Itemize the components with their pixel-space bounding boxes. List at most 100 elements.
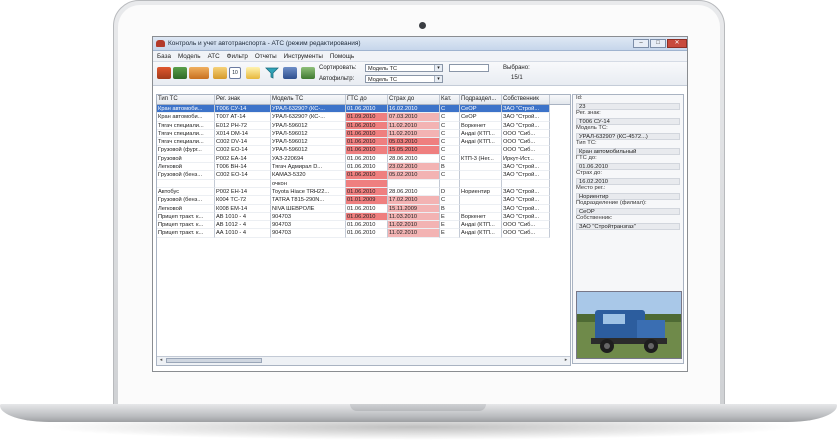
sort-select[interactable]: Модель ТС ▾ <box>365 64 443 72</box>
menu-item-help[interactable]: Помощь <box>330 53 354 60</box>
details-panel: Id: 23 Рег. знак: Т006 СУ-14 Модель ТС: УРАЛ-… <box>572 94 684 364</box>
table-cell: 01.06.2010 <box>346 138 388 147</box>
table-cell: C <box>440 171 460 180</box>
table-cell: ООО "Сиб... <box>502 129 550 139</box>
table-cell: С002 ЕО-14 <box>215 146 271 155</box>
detail-value[interactable]: Кран автомобильный <box>576 147 680 155</box>
table-cell: УРАЛ-596012 <box>271 129 346 139</box>
table-row[interactable]: Кран автомоби... Т007 АТ-14 УРАЛ-63290? (К… <box>157 113 570 122</box>
table-row[interactable]: Тягач специали... Е012 РН-72 УРАЛ-596012 01… <box>157 121 570 130</box>
truck-red-icon[interactable] <box>157 67 171 79</box>
scroll-left-icon[interactable]: ◂ <box>157 357 165 364</box>
detail-value[interactable]: 16.02.2010 <box>576 177 680 185</box>
grid-view-icon[interactable] <box>283 67 297 79</box>
table-cell: 11.02.2010 <box>388 229 440 238</box>
column-header[interactable]: ГТС до <box>346 95 388 104</box>
table-cell: Автобус <box>157 187 215 197</box>
calendar-icon[interactable]: 10 <box>229 67 241 79</box>
funnel-icon[interactable] <box>265 67 279 79</box>
truck-green-icon[interactable] <box>173 67 187 79</box>
column-header[interactable]: Рег. знак <box>215 95 271 104</box>
table-cell: ЗАО "Строй... <box>502 171 550 180</box>
table-row[interactable]: Легковой Т006 ВН-14 Тягач Адмирал D... 01.0… <box>157 163 570 172</box>
table-row[interactable]: Кран автомоби... Т006 СУ-14 УРАЛ-63290? (К… <box>157 105 570 114</box>
detail-value[interactable]: УРАЛ-63290? (КС-4572...) <box>576 132 680 140</box>
window-title: Контроль и учет автотранспорта - АТС (ре… <box>168 40 361 47</box>
table-cell: КАМАЗ-5320 <box>271 171 346 180</box>
table-cell: C <box>440 129 460 139</box>
table-row[interactable]: Грузовой (бенз... С002 ЕО-14 КАМАЗ-5320 01.… <box>157 171 570 180</box>
table-cell: Легковой <box>157 163 215 172</box>
table-cell: C <box>440 105 460 114</box>
detail-label: Собственник: <box>576 215 613 221</box>
table-row[interactable]: очкон <box>157 179 570 188</box>
menu-item-model[interactable]: Модель <box>178 53 201 60</box>
truck-group-icon[interactable] <box>189 67 209 79</box>
table-cell <box>502 179 550 188</box>
menu-item-tools[interactable]: Инструменты <box>284 53 323 60</box>
table-row[interactable]: Автобус Р002 ЕН-14 Toyota Hiace TRH22... 01… <box>157 187 570 197</box>
table-row[interactable]: Тягач специали... Х014 DM-14 УРАЛ-596012 01… <box>157 129 570 139</box>
table-row[interactable]: Грузовой (бенз... К004 ТС-72 TATRA T815-29… <box>157 196 570 205</box>
table-cell: Т006 СУ-14 <box>215 105 271 114</box>
table-cell: B <box>440 163 460 172</box>
table-cell: Прицеп тракт. к... <box>157 221 215 230</box>
notepad-icon[interactable] <box>246 67 260 79</box>
column-header[interactable]: Собственник <box>502 95 550 104</box>
sort-label: Сортировать: <box>319 65 357 71</box>
column-header[interactable]: Страх до <box>388 95 440 104</box>
scrollbar-thumb[interactable] <box>166 358 262 363</box>
table-cell: TATRA T815-290N... <box>271 196 346 205</box>
detail-label: ГТС до: <box>576 155 597 161</box>
table-cell: E <box>440 212 460 222</box>
edit-icon[interactable] <box>213 67 227 79</box>
export-icon[interactable] <box>301 67 315 79</box>
filter-select[interactable]: Модель ТС ▾ <box>365 75 443 83</box>
table-row[interactable]: Прицеп тракт. к... АВ 1010 - 4 904703 01.06… <box>157 212 570 222</box>
table-row[interactable]: Прицеп тракт. к... АА 1010 - 4 904703 01.06… <box>157 229 570 238</box>
table-row[interactable]: Легковой К008 ЕМ-14 NIVA ШЕВРОЛЕ 01.06.2010… <box>157 204 570 213</box>
chevron-down-icon: ▾ <box>434 65 442 71</box>
detail-value[interactable]: ЗАО "Стройтранзгаз" <box>576 222 680 230</box>
table-row[interactable]: Грузовой Р002 ЕА-14 УАЗ-220694 01.06.2010 28… <box>157 154 570 164</box>
scroll-right-icon[interactable]: ▸ <box>562 357 570 364</box>
table-row[interactable]: Грузовой (фург... С002 ЕО-14 УРАЛ-596012 01… <box>157 146 570 155</box>
column-header[interactable]: Подраздел... <box>460 95 502 104</box>
detail-value[interactable]: 23 <box>576 102 680 110</box>
column-header[interactable]: Модель ТС <box>271 95 346 104</box>
column-header[interactable]: Тип ТС <box>157 95 215 104</box>
menu-item-reports[interactable]: Отчеты <box>255 53 277 60</box>
minimize-button[interactable]: – <box>633 39 649 48</box>
menu-item-filter[interactable]: Фильтр <box>227 53 248 60</box>
table-row[interactable]: Прицеп тракт. к... АВ 1012 - 4 904703 01.06… <box>157 221 570 230</box>
table-cell: Прицеп тракт. к... <box>157 212 215 222</box>
menu-item-ats[interactable]: АТС <box>208 53 220 60</box>
table-cell: C <box>440 138 460 147</box>
table-cell <box>440 179 460 188</box>
close-button[interactable]: ✕ <box>667 39 687 48</box>
table-cell: 01.06.2010 <box>346 121 388 130</box>
table-cell: Легковой <box>157 204 215 213</box>
table-cell <box>460 163 502 172</box>
table-cell: ЗАО "Строй... <box>502 121 550 130</box>
vehicle-photo <box>576 291 682 359</box>
detail-value[interactable]: СеОР <box>576 207 680 215</box>
table-cell <box>460 196 502 205</box>
maximize-button[interactable]: □ <box>650 39 666 48</box>
detail-value[interactable]: Т006 СУ-14 <box>576 117 680 125</box>
table-row[interactable]: Тягач специали... С002 DV-14 УРАЛ-596012 01… <box>157 138 570 147</box>
column-header[interactable]: Кат. <box>440 95 460 104</box>
detail-value[interactable]: Нориентир <box>576 192 680 200</box>
detail-value[interactable]: 01.06.2010 <box>576 162 680 170</box>
table-cell: АВ 1010 - 4 <box>215 212 271 222</box>
table-cell <box>388 179 440 188</box>
app-window: Контроль и учет автотранспорта - АТС (ре… <box>152 36 688 372</box>
table-cell: ООО "Сиб... <box>502 221 550 230</box>
table-cell: 11.02.2010 <box>388 121 440 130</box>
horizontal-scrollbar[interactable]: ◂ ▸ <box>157 356 570 365</box>
menu-item-base[interactable]: База <box>157 53 171 60</box>
table-cell: Тягач специали... <box>157 121 215 130</box>
search-input[interactable] <box>449 64 489 72</box>
table-cell: Воркенет <box>460 121 502 130</box>
table-cell: Воркенет <box>460 212 502 222</box>
